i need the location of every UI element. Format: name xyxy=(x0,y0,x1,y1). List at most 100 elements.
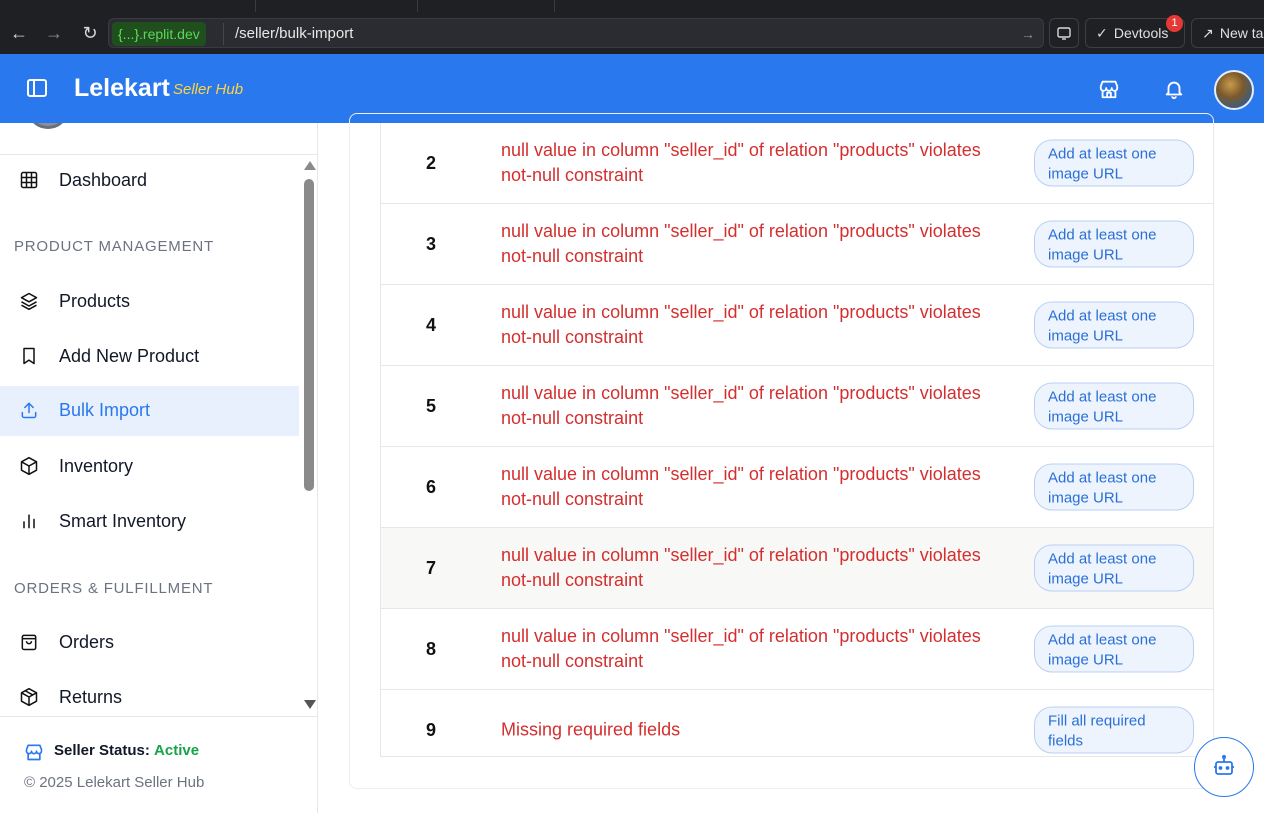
fix-suggestion-badge: Add at least one image URL xyxy=(1034,220,1194,268)
robot-icon xyxy=(1214,754,1234,775)
table-row: 6 null value in column "seller_id" of re… xyxy=(381,447,1213,528)
tab-separator xyxy=(417,0,418,12)
row-number: 9 xyxy=(426,720,437,740)
shopping-bag-icon xyxy=(21,634,37,651)
fix-suggestion-badge: Add at least one image URL xyxy=(1034,544,1194,592)
sidebar-toggle-icon[interactable] xyxy=(27,79,47,97)
seller-status: Seller Status: Active xyxy=(24,742,199,759)
row-number: 6 xyxy=(426,477,437,497)
sidebar-item-inventory[interactable]: Inventory xyxy=(0,442,299,492)
sidebar-scrollbar[interactable] xyxy=(300,155,318,715)
row-number: 7 xyxy=(426,558,437,578)
tab-separator xyxy=(255,0,256,12)
sidebar-item-label: Add New Product xyxy=(59,346,200,366)
brand-subtitle: Seller Hub xyxy=(173,81,244,98)
table-row: 8 null value in column "seller_id" of re… xyxy=(381,609,1213,690)
error-message: null value in column "seller_id" of rela… xyxy=(501,302,981,347)
table-row: 4 null value in column "seller_id" of re… xyxy=(381,285,1213,366)
bell-icon[interactable] xyxy=(1163,78,1185,100)
new-tab-label: New ta xyxy=(1219,25,1264,41)
devtools-label: Devtools xyxy=(1113,25,1169,41)
sidebar-item-products[interactable]: Products xyxy=(0,277,299,327)
url-host-domain: .replit.dev xyxy=(139,26,200,42)
copyright: © 2025 Lelekart Seller Hub xyxy=(24,774,205,791)
table-row: 2 null value in column "seller_id" of re… xyxy=(381,123,1213,204)
layers-icon xyxy=(20,292,38,311)
package-return-icon xyxy=(20,687,38,707)
fix-suggestion-badge: Add at least one image URL xyxy=(1034,463,1194,511)
row-number: 2 xyxy=(426,153,437,173)
sidebar-item-smart-inventory[interactable]: Smart Inventory xyxy=(0,497,299,547)
section-title-product-management: PRODUCT MANAGEMENT xyxy=(14,238,214,255)
url-path: /seller/bulk-import xyxy=(235,25,354,42)
forward-icon[interactable]: → xyxy=(42,21,66,45)
seller-status-label: Seller Status: xyxy=(54,742,150,759)
go-arrow-icon[interactable]: → xyxy=(1021,19,1035,49)
sidebar-item-label: Bulk Import xyxy=(59,400,151,420)
bar-chart-icon xyxy=(23,514,35,529)
url-divider xyxy=(223,23,224,45)
sidebar-item-label: Dashboard xyxy=(59,170,148,190)
import-errors-table: 2 null value in column "seller_id" of re… xyxy=(380,123,1214,757)
main-content: 2 null value in column "seller_id" of re… xyxy=(319,113,1264,813)
reload-icon[interactable]: ↻ xyxy=(78,21,102,45)
devtools-badge: 1 xyxy=(1166,15,1183,32)
browser-tab-strip xyxy=(0,0,1264,12)
sidebar-item-label: Inventory xyxy=(59,456,134,476)
sidebar-item-label: Orders xyxy=(59,632,115,652)
ai-assistant-button[interactable] xyxy=(1194,737,1254,797)
error-message: null value in column "seller_id" of rela… xyxy=(501,545,981,590)
sidebar-item-label: Smart Inventory xyxy=(59,511,187,531)
row-number: 8 xyxy=(426,639,437,659)
avatar[interactable] xyxy=(1214,70,1254,110)
fix-suggestion-badge: Add at least one image URL xyxy=(1034,301,1194,349)
sidebar-item-label: Returns xyxy=(59,687,123,707)
error-message: null value in column "seller_id" of rela… xyxy=(501,383,981,428)
sidebar-item-bulk-import[interactable]: Bulk Import xyxy=(0,386,299,436)
scroll-up-arrow-icon[interactable] xyxy=(304,161,316,170)
external-link-icon: ↗ xyxy=(1202,25,1214,41)
error-message: null value in column "seller_id" of rela… xyxy=(501,140,981,185)
seller-status-value: Active xyxy=(154,742,200,759)
error-message: null value in column "seller_id" of rela… xyxy=(501,464,981,509)
brand-logo[interactable]: Lelekart xyxy=(74,74,170,103)
upload-icon xyxy=(21,402,37,419)
table-row: 9 Missing required fields Fill all requi… xyxy=(381,690,1213,757)
wrench-icon: ✓ xyxy=(1096,25,1108,41)
cast-button[interactable] xyxy=(1049,18,1079,48)
bookmark-icon xyxy=(23,347,35,365)
store-icon[interactable] xyxy=(1098,78,1120,100)
sidebar-profile-peek xyxy=(0,123,318,155)
sidebar: Dashboard PRODUCT MANAGEMENT Products Ad… xyxy=(0,123,318,813)
fix-suggestion-badge: Add at least one image URL xyxy=(1034,139,1194,187)
table-row: 5 null value in column "seller_id" of re… xyxy=(381,366,1213,447)
fix-suggestion-badge: Add at least one image URL xyxy=(1034,625,1194,673)
sidebar-item-add-new-product[interactable]: Add New Product xyxy=(0,332,299,382)
table-row: 3 null value in column "seller_id" of re… xyxy=(381,204,1213,285)
error-message: Missing required fields xyxy=(501,719,681,740)
error-message: null value in column "seller_id" of rela… xyxy=(501,626,981,671)
table-row: 7 null value in column "seller_id" of re… xyxy=(381,528,1213,609)
section-title-orders-fulfillment: ORDERS & FULFILLMENT xyxy=(14,580,214,597)
fix-suggestion-badge: Fill all required fields xyxy=(1034,706,1194,754)
row-number: 5 xyxy=(426,396,437,416)
sidebar-item-orders[interactable]: Orders xyxy=(0,618,299,668)
scroll-down-arrow-icon[interactable] xyxy=(304,700,316,709)
tab-separator xyxy=(554,0,555,12)
url-host: {...}.replit.dev xyxy=(112,22,206,46)
browser-toolbar: ← → ↻ {...}.replit.dev /seller/bulk-impo… xyxy=(0,12,1264,54)
url-host-prefix: {...} xyxy=(118,26,140,42)
screen-icon xyxy=(1057,27,1071,40)
error-message: null value in column "seller_id" of rela… xyxy=(501,221,981,266)
row-number: 4 xyxy=(426,315,437,335)
new-tab-button[interactable]: ↗ New ta xyxy=(1191,18,1264,48)
address-bar[interactable]: {...}.replit.dev /seller/bulk-import → xyxy=(108,18,1044,48)
box-icon xyxy=(20,456,38,476)
back-icon[interactable]: ← xyxy=(7,21,31,45)
sidebar-item-dashboard[interactable]: Dashboard xyxy=(0,156,299,206)
sidebar-footer: Seller Status: Active © 2025 Lelekart Se… xyxy=(0,716,318,813)
grid-icon xyxy=(20,171,38,189)
profile-avatar-peek xyxy=(30,123,66,129)
row-number: 3 xyxy=(426,234,437,254)
scrollbar-thumb[interactable] xyxy=(304,179,314,491)
